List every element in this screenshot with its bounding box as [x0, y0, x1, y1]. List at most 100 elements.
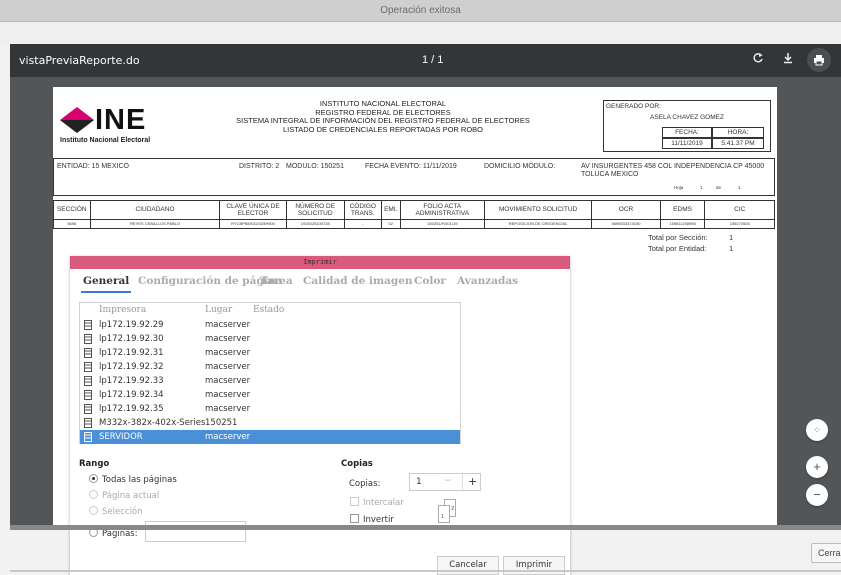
- total-seccion-label: Total por Sección:: [648, 233, 708, 242]
- radio-label: Páginas:: [102, 529, 138, 539]
- report-title: INSTITUTO NACIONAL ELECTORAL REGISTRO FE…: [223, 99, 543, 134]
- table-cell: 5698: [53, 219, 91, 229]
- rotate-icon[interactable]: [749, 51, 767, 69]
- column-header: CIUDADANO: [89, 200, 221, 220]
- printer-list[interactable]: Impresora Lugar Estado lp172.19.92.29 ma…: [79, 302, 461, 444]
- column-header-location[interactable]: Lugar: [205, 305, 232, 315]
- hoja-total: 1: [738, 185, 741, 190]
- fecha-evento: FECHA EVENTO: 11/11/2019: [365, 163, 457, 170]
- reverse-label: Invertir: [363, 515, 394, 525]
- table-cell: REYES CEBALLOS PABLO: [89, 219, 221, 229]
- radio-current-page[interactable]: Página actual: [89, 490, 159, 501]
- printer-row[interactable]: lp172.19.92.34 macserver: [80, 388, 460, 402]
- printer-row[interactable]: lp172.19.92.32 macserver: [80, 360, 460, 374]
- status-message: Operación exitosa: [380, 5, 461, 16]
- radio-selection[interactable]: Selección: [89, 506, 143, 517]
- printer-location: macserver: [205, 404, 251, 414]
- column-header-status[interactable]: Estado: [253, 305, 284, 315]
- distrito: DISTRITO: 2: [239, 163, 280, 170]
- printer-row[interactable]: lp172.19.92.29 macserver: [80, 318, 460, 332]
- printer-location: macserver: [205, 376, 251, 386]
- printer-name: lp172.19.92.33: [99, 376, 164, 386]
- time-label: HORA:: [712, 127, 764, 138]
- printer-icon: [84, 362, 92, 372]
- column-header: OCR: [591, 200, 661, 220]
- horizontal-scrollbar[interactable]: [10, 525, 841, 530]
- logo-subtitle: Instituto Nacional Electoral: [60, 137, 151, 144]
- printer-row-selected[interactable]: SERVIDOR macserver: [80, 430, 460, 444]
- printer-name: lp172.19.92.32: [99, 362, 164, 372]
- tab-image-quality[interactable]: Calidad de imagen: [303, 275, 413, 287]
- ine-logo: INE Instituto Nacional Electoral: [60, 104, 170, 144]
- tab-job[interactable]: Tarea: [260, 275, 293, 287]
- radio-label: Selección: [102, 507, 143, 517]
- collate-checkbox[interactable]: Intercalar: [350, 497, 404, 508]
- printer-location: macserver: [205, 320, 251, 330]
- column-header: CLAVE ÚNICA DE ELECTOR: [219, 200, 287, 220]
- total-seccion-value: 1: [729, 233, 734, 242]
- printer-name: lp172.19.92.34: [99, 390, 164, 400]
- file-name: vistaPreviaReporte.do: [19, 54, 140, 67]
- printer-icon: [84, 432, 92, 442]
- print-button[interactable]: Imprimir: [503, 556, 565, 575]
- printer-name: lp172.19.92.35: [99, 404, 164, 414]
- column-header-printer[interactable]: Impresora: [99, 305, 146, 315]
- printer-location: 150251: [205, 418, 238, 428]
- zoom-in-icon[interactable]: +: [806, 456, 828, 478]
- table-cell: -: [343, 219, 382, 229]
- printer-location: macserver: [205, 362, 251, 372]
- dialog-title: Imprimir: [70, 256, 570, 269]
- preview-page: 1: [438, 505, 450, 523]
- table-cell: REPOSICION DE CREDENCIAL: [483, 219, 593, 229]
- tab-general[interactable]: General: [80, 275, 132, 293]
- logo-text: INE: [95, 104, 147, 136]
- toolbar-band: [0, 22, 841, 44]
- printer-row[interactable]: lp172.19.92.31 macserver: [80, 346, 460, 360]
- decrement-icon[interactable]: −: [444, 476, 452, 486]
- bottom-divider: [10, 570, 841, 572]
- radio-label: Todas las páginas: [102, 475, 177, 485]
- cancel-button[interactable]: Cancelar: [437, 556, 499, 575]
- table-cell: RYCBPB69102325H900: [219, 219, 287, 229]
- zoom-out-icon[interactable]: −: [806, 484, 828, 506]
- column-header: EMI.: [380, 200, 401, 220]
- pdf-viewer-toolbar: vistaPreviaReporte.do 1 / 1: [10, 44, 841, 77]
- tab-advanced[interactable]: Avanzadas: [457, 275, 518, 287]
- printer-location: macserver: [205, 334, 251, 344]
- printer-icon: [84, 376, 92, 386]
- copies-stepper[interactable]: 1 − +: [409, 473, 481, 491]
- collate-label: Intercalar: [363, 498, 404, 508]
- collate-preview: 2 1: [438, 499, 464, 525]
- column-header: CIC: [704, 200, 775, 220]
- download-icon[interactable]: [779, 51, 797, 69]
- table-cell: 159273505: [704, 219, 775, 229]
- close-button[interactable]: Cerra: [811, 543, 841, 563]
- domicilio: AV INSURGENTES 458 COL INDEPENDENCIA CP …: [581, 163, 765, 178]
- modulo: MODULO: 150251: [286, 163, 344, 170]
- table-cell: 5698033374150: [591, 219, 661, 229]
- status-bar: Operación exitosa: [0, 0, 841, 22]
- increment-icon[interactable]: +: [468, 475, 477, 488]
- print-icon[interactable]: [807, 48, 831, 72]
- total-entidad-value: 1: [729, 244, 734, 253]
- hoja-num: 1: [700, 185, 703, 190]
- printer-row[interactable]: lp172.19.92.33 macserver: [80, 374, 460, 388]
- fit-page-icon[interactable]: ⁘: [806, 419, 828, 441]
- date-label: FECHA:: [662, 127, 712, 138]
- printer-row[interactable]: lp172.19.92.30 macserver: [80, 332, 460, 346]
- printer-name: SERVIDOR: [99, 432, 143, 442]
- column-header: SECCIÓN: [53, 200, 91, 220]
- table-cell: 02: [380, 219, 401, 229]
- column-header: FOLIO ACTA ADMINISTRATIVA: [399, 200, 485, 220]
- radio-all-pages[interactable]: Todas las páginas: [89, 474, 177, 485]
- printer-location: macserver: [205, 432, 251, 442]
- printer-name: lp172.19.92.29: [99, 320, 164, 330]
- reverse-checkbox[interactable]: Invertir: [350, 514, 394, 525]
- tab-color[interactable]: Color: [414, 275, 446, 287]
- printer-row[interactable]: M332x-382x-402x-Series 150251: [80, 416, 460, 430]
- printer-name: lp172.19.92.30: [99, 334, 164, 344]
- hoja-de: de: [716, 185, 722, 190]
- printer-row[interactable]: lp172.19.92.35 macserver: [80, 402, 460, 416]
- table-cell: 159811258998: [659, 219, 706, 229]
- copies-value: 1: [416, 477, 422, 487]
